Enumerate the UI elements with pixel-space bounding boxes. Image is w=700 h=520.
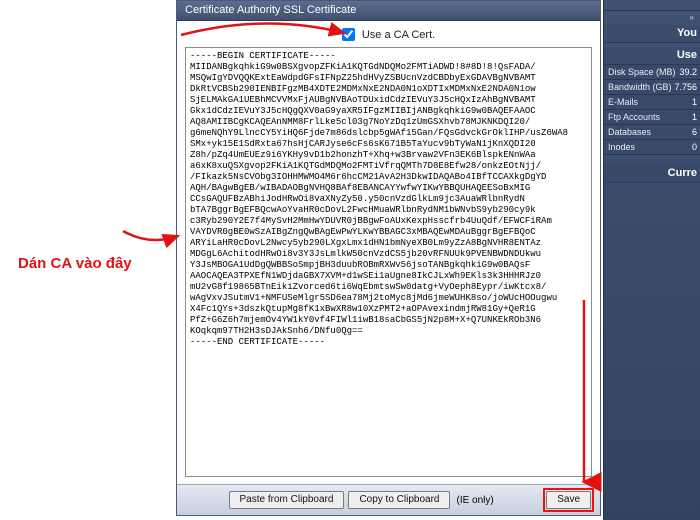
stats-row-label: Databases [608, 127, 651, 137]
stats-row-label: E-Mails [608, 97, 638, 107]
use-ca-checkbox[interactable] [342, 28, 355, 41]
stats-sidebar: » You Use Disk Space (MB)39.2Bandwidth (… [603, 0, 700, 520]
stats-row-value: 7.756 [674, 82, 697, 92]
stats-row-value: 1 [692, 97, 697, 107]
sidebar-heading-current: Curre [604, 165, 700, 183]
sidebar-heading-used: Use [604, 47, 700, 65]
ie-only-label: (IE only) [456, 495, 493, 506]
annotation-text: Dán CA vào đây [18, 255, 132, 272]
cert-textarea-wrap [177, 47, 600, 484]
ssl-ca-panel: Certificate Authority SSL Certificate Us… [176, 0, 601, 516]
use-ca-label[interactable]: Use a CA Cert. [362, 29, 435, 41]
save-button[interactable]: Save [546, 491, 591, 509]
sidebar-heading-your: You [604, 25, 700, 43]
ca-certificate-textarea[interactable] [185, 47, 592, 477]
stats-row: Ftp Accounts 1 [604, 110, 700, 125]
stats-row: E-Mails 1 [604, 95, 700, 110]
stats-row-value: 39.2 [679, 67, 697, 77]
panel-title: Certificate Authority SSL Certificate [177, 1, 600, 21]
save-button-highlight: Save [543, 488, 594, 512]
stats-row-value: 0 [692, 142, 697, 152]
stats-rows: Disk Space (MB)39.2Bandwidth (GB)7.756E-… [604, 65, 700, 155]
stats-row: Inodes 0 [604, 140, 700, 155]
use-ca-row: Use a CA Cert. [177, 21, 600, 47]
stats-row: Disk Space (MB)39.2 [604, 65, 700, 80]
copy-to-clipboard-button[interactable]: Copy to Clipboard [348, 491, 450, 509]
stats-row-label: Bandwidth (GB) [608, 82, 672, 92]
stats-row-label: Ftp Accounts [608, 112, 660, 122]
stats-row-value: 6 [692, 127, 697, 137]
breadcrumb: » [604, 11, 700, 25]
panel-footer: Paste from Clipboard Copy to Clipboard (… [177, 484, 600, 515]
stats-row-label: Inodes [608, 142, 635, 152]
stats-row-label: Disk Space (MB) [608, 67, 676, 77]
stats-row: Bandwidth (GB)7.756 [604, 80, 700, 95]
paste-from-clipboard-button[interactable]: Paste from Clipboard [229, 491, 345, 509]
stats-row: Databases 6 [604, 125, 700, 140]
stats-row-value: 1 [692, 112, 697, 122]
